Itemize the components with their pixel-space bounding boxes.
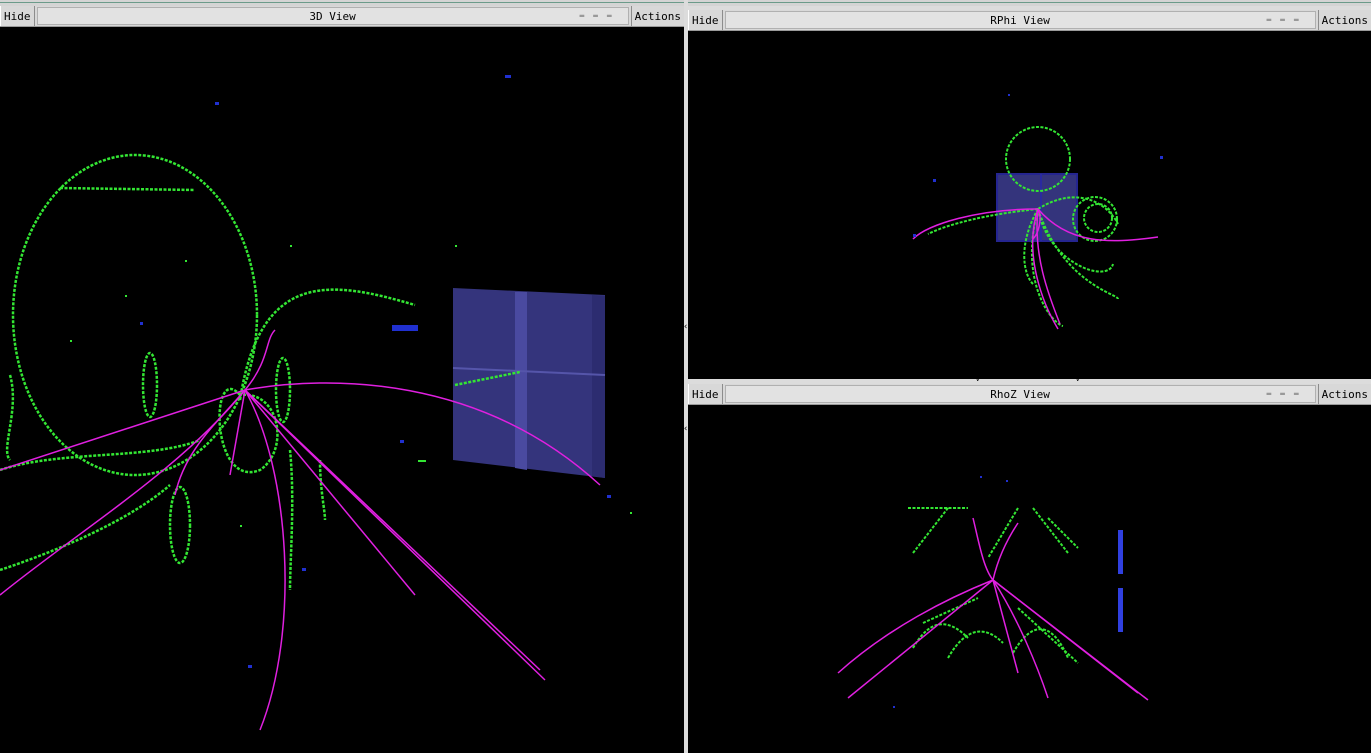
- detector-bars: [1118, 530, 1123, 632]
- hide-button[interactable]: Hide: [688, 384, 723, 404]
- hide-button[interactable]: Hide: [688, 10, 723, 30]
- actions-button[interactable]: Actions: [630, 6, 684, 26]
- panel-3d-view: Hide 3D View ▬ ▬ ▬ Actions: [0, 6, 684, 753]
- viewport-3d[interactable]: [0, 30, 684, 753]
- view-title-bar[interactable]: RPhi View ▬ ▬ ▬: [724, 11, 1316, 29]
- view-title: RPhi View: [990, 13, 1050, 27]
- viewport-rhoz[interactable]: [688, 408, 1371, 753]
- view-toolbar: Hide 3D View ▬ ▬ ▬ Actions: [0, 6, 684, 27]
- magenta-tracks: [837, 517, 1149, 701]
- view-title-bar[interactable]: RhoZ View ▬ ▬ ▬: [724, 385, 1316, 403]
- actions-button[interactable]: Actions: [1317, 384, 1371, 404]
- blue-hits: [893, 476, 1008, 708]
- drag-grip-icon[interactable]: ▬ ▬ ▬: [1267, 15, 1301, 24]
- viewport-rphi[interactable]: [688, 34, 1371, 379]
- view-toolbar: Hide RPhi View ▬ ▬ ▬ Actions: [688, 10, 1371, 31]
- view-toolbar: Hide RhoZ View ▬ ▬ ▬ Actions: [688, 384, 1371, 405]
- panel-rhoz-view: Hide RhoZ View ▬ ▬ ▬ Actions: [688, 384, 1371, 753]
- view-title: 3D View: [309, 9, 356, 23]
- green-tracks: [908, 507, 1079, 664]
- drag-grip-icon[interactable]: ▬ ▬ ▬: [1267, 389, 1301, 398]
- view-title-bar[interactable]: 3D View ▬ ▬ ▬: [36, 7, 629, 25]
- actions-button[interactable]: Actions: [1317, 10, 1371, 30]
- hide-button[interactable]: Hide: [0, 6, 35, 26]
- view-title: RhoZ View: [990, 387, 1050, 401]
- detector-box: [452, 288, 606, 478]
- panel-rphi-view: Hide RPhi View ▬ ▬ ▬ Actions: [688, 10, 1371, 379]
- green-tracks: [0, 153, 521, 591]
- drag-grip-icon[interactable]: ▬ ▬ ▬: [580, 11, 614, 20]
